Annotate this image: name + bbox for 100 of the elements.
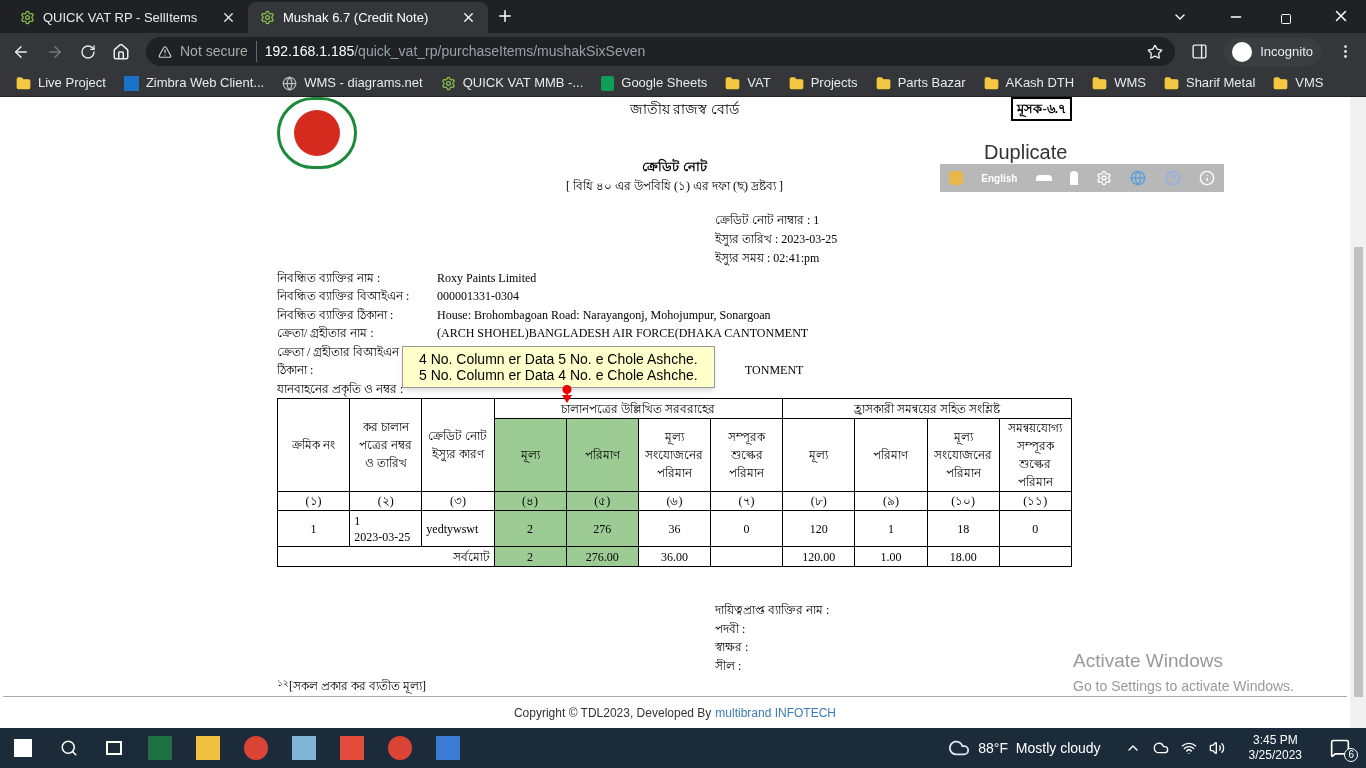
bookmark-item[interactable]: Live Project [16,73,106,93]
cloud-icon[interactable] [1152,740,1169,756]
note-meta: ক্রেডিট নোট নাম্বার : 1 [715,211,821,229]
folder-icon [983,75,999,91]
copyright-text: Copyright © TDL2023, Developed By [513,704,712,722]
field-label: ক্রেতা / গ্রহীতার বিআইএন [277,343,400,361]
table-cell: 0 [999,510,1072,547]
column-header: মূল্য [494,418,567,492]
group-header: চালানপত্রের উল্লিখিত সরবরাহের [494,398,783,419]
search-icon[interactable] [60,739,78,757]
folder-icon [1092,75,1108,91]
total-label: সর্বমোট [277,546,494,567]
tab-title: QUICK VAT RP - SellItems [43,8,199,27]
column-header: কর চালান পত্রের নম্বর ও তারিখ [349,398,422,492]
activation-title: Activate Windows [1073,649,1224,673]
column-header: মূল্য [782,418,855,492]
rule-reference: [ বিধি ৪০ এর উপবিধি (১) এর দফা (ছ) দ্রষ্টব্য ] [566,177,783,195]
duplicate-label: Duplicate [984,142,1068,162]
close-icon[interactable] [461,10,476,25]
home-icon[interactable] [112,42,130,61]
field-value: 000001331-0304 [437,288,519,305]
clock[interactable]: 3:45 PM 3/25/2023 [1248,733,1302,763]
address-bar[interactable]: Not secure 192.168.1.185/quick_vat_rp/purchaseItems/mushakSixSeven [146,37,1176,66]
bookmark-item[interactable]: VAT [725,73,771,93]
bookmark-item[interactable]: Zimbra Web Client... [123,73,265,93]
folder-icon [1273,75,1289,91]
table-cell: 120 [782,510,855,547]
bookmark-item[interactable]: WMS - diagrams.net [282,73,423,93]
document-title: ক্রেডিট নোট [642,157,707,176]
gear-icon [260,10,275,25]
field-label: ঠিকানা : [277,362,314,379]
bookmark-item[interactable]: Projects [788,73,858,93]
bookmark-item[interactable]: Parts Bazar [875,73,966,93]
group-header: হ্রাসকারী সমন্বয়ের সহিত সংশ্লিষ্ট [782,398,1072,419]
column-number: (৮) [782,491,855,511]
table-cell: 18 [927,510,1000,547]
new-tab-icon[interactable] [496,7,514,25]
column-number: (২) [349,491,422,511]
field-label: নিবন্ধিত ব্যাক্তির নাম : [277,269,381,287]
table-cell: 1 2023-03-25 [349,510,422,547]
globe-icon [282,75,298,91]
note-meta: ইস্যুর তারিখ : 2023-03-25 [715,230,839,249]
column-number: (৩) [421,491,494,511]
annotation-text: 4 No. Column er Data 5 No. e Chole Ashche. [419,351,698,367]
column-header: পরিমাণ [854,418,928,492]
table-cell: yedtywswt [421,510,494,547]
total-cell: 1.00 [854,546,928,567]
column-number: (৬) [638,491,711,511]
field-value: (ARCH SHOHEL)BANGLADESH AIR FORCE(DHAKA CANTONMENT [437,325,809,342]
bookmark-item[interactable]: QUICK VAT MMB -... [440,73,584,93]
close-icon[interactable] [221,10,236,25]
taskbar-app-icon[interactable] [388,736,412,760]
developer-link[interactable]: multibrand INFOTECH [715,703,837,722]
total-cell: 36.00 [638,546,711,567]
reload-icon[interactable] [80,43,96,60]
tab-title: Mushak 6.7 (Credit Note) [283,8,430,27]
gear-icon [440,75,456,91]
column-number: (৭) [710,491,783,511]
incognito-badge[interactable]: Incognito [1224,37,1321,66]
field-label: যানবাহনের প্রকৃতি ও নম্বর : [277,380,404,398]
signature-label: পদবী : [715,620,747,638]
bookmark-item[interactable]: WMS [1092,73,1146,93]
network-icon[interactable] [1180,740,1197,756]
signature-label: দায়িত্বপ্রাপ্ত ব্যাক্তির নাম : [715,602,831,619]
taskbar-app-icon[interactable] [244,736,268,760]
field-value: TONMENT [745,362,804,379]
side-panel-icon[interactable] [1191,43,1209,60]
table-cell: 36 [638,510,711,547]
weather-text[interactable]: 88°F Mostly cloudy [978,737,1101,759]
bookmark-item[interactable]: AKash DTH [983,73,1075,93]
task-view-icon[interactable] [106,741,122,755]
table-cell: 2 [494,510,567,547]
form-code: মূসক-৬.৭ [1011,97,1072,121]
security-label: Not secure [180,41,257,62]
bookmark-item[interactable]: Google Sheets [601,73,708,93]
authority-heading: জাতীয় রাজস্ব বোর্ড [629,100,739,119]
bookmark-star-icon[interactable] [1147,43,1164,60]
signature-label: স্বাক্ষর : [715,639,750,656]
signature-label: সীল : [715,657,743,675]
browser-tab[interactable]: Mushak 6.7 (Credit Note) [248,2,488,33]
field-label: নিবন্ধিত ব্যাক্তির বিআইএন : [277,288,410,305]
profile-label: Incognito [1260,42,1313,61]
scrollbar[interactable] [1350,97,1366,728]
browser-tab[interactable]: QUICK VAT RP - SellItems [8,2,248,33]
volume-icon[interactable] [1208,740,1225,756]
bookmark-item[interactable]: VMS [1273,73,1324,93]
folder-icon [16,75,31,91]
activation-hint: Go to Settings to activate Windows. [1073,676,1294,696]
gear-icon [20,10,35,25]
folder-icon [725,75,741,91]
column-number: (১) [277,491,350,511]
bookmark-item[interactable]: Sharif Metal [1163,73,1256,93]
folder-icon [1163,75,1179,91]
note-meta: ইস্যুর সময় : 02:41:pm [715,249,821,268]
table-cell: 1 [277,510,350,547]
column-number: (১১) [999,491,1072,511]
notification-count: 6 [1344,748,1358,762]
field-value: House: Brohombagoan Road: Narayangonj, Mohojumpur, Sonargoan [437,306,771,324]
notification-icon[interactable] [1330,738,1350,758]
restore-icon[interactable] [1280,13,1292,25]
